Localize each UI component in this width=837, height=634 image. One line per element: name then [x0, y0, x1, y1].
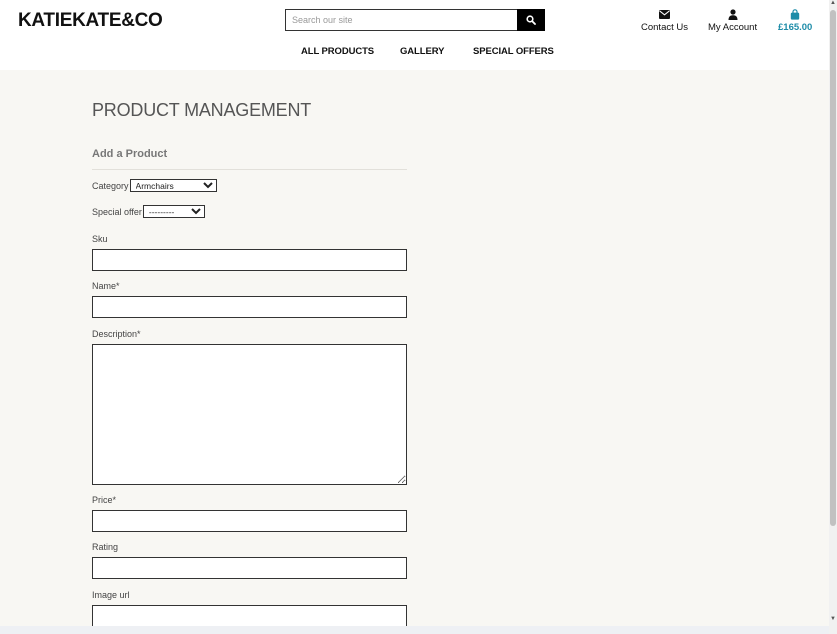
shopping-bag-icon [790, 8, 800, 20]
rating-label: Rating [92, 542, 119, 552]
description-label: Description* [92, 329, 141, 339]
contact-us-label: Contact Us [641, 22, 688, 33]
my-account-label: My Account [708, 22, 758, 33]
section-title: Add a Product [92, 148, 168, 160]
scroll-up-arrow-icon[interactable]: ▲ [830, 0, 836, 6]
scroll-down-arrow-icon[interactable]: ▼ [830, 616, 836, 622]
bag-total: £165.00 [778, 22, 813, 33]
brand-logo[interactable]: KATIEKATE&CO [18, 10, 163, 32]
category-select[interactable]: Armchairs [129, 179, 217, 192]
rating-input[interactable] [92, 557, 407, 579]
scroll-thumb[interactable] [830, 10, 836, 526]
price-input[interactable] [92, 510, 407, 532]
page-title: PRODUCT MANAGEMENT [92, 100, 312, 120]
envelope-icon [659, 8, 670, 20]
search-input[interactable] [285, 9, 517, 31]
vertical-scrollbar[interactable]: ▲ ▼ [829, 0, 837, 634]
viewport: KATIEKATE&CO Contact Us [0, 0, 829, 626]
user-icon [728, 8, 738, 20]
search-button[interactable] [517, 9, 545, 31]
nav-special-offers[interactable]: SPECIAL OFFERS [473, 46, 554, 57]
image-url-label: Image url [92, 590, 130, 600]
section-divider [92, 169, 407, 170]
sku-label: Sku [92, 234, 108, 244]
special-offer-row: Special offer --------- [92, 205, 205, 218]
nav-gallery[interactable]: GALLERY [400, 46, 444, 57]
description-textarea[interactable] [92, 344, 407, 485]
category-label: Category [92, 180, 129, 191]
main-nav: ALL PRODUCTS GALLERY SPECIAL OFFERS [0, 46, 829, 60]
my-account-link[interactable]: My Account [708, 8, 757, 33]
name-label: Name* [92, 281, 120, 291]
search-bar [285, 9, 545, 31]
special-offer-select[interactable]: --------- [142, 205, 205, 218]
sku-input[interactable] [92, 249, 407, 271]
search-icon [526, 15, 536, 25]
special-offer-label: Special offer [92, 206, 142, 217]
site-header: KATIEKATE&CO Contact Us [0, 0, 829, 70]
category-row: Category Armchairs [92, 179, 217, 192]
price-label: Price* [92, 495, 117, 505]
name-input[interactable] [92, 296, 407, 318]
image-url-input[interactable] [92, 605, 407, 626]
nav-all-products[interactable]: ALL PRODUCTS [301, 46, 374, 57]
shopping-bag-link[interactable]: £165.00 [778, 8, 812, 33]
bottom-bar [0, 626, 829, 634]
contact-us-link[interactable]: Contact Us [641, 8, 688, 33]
